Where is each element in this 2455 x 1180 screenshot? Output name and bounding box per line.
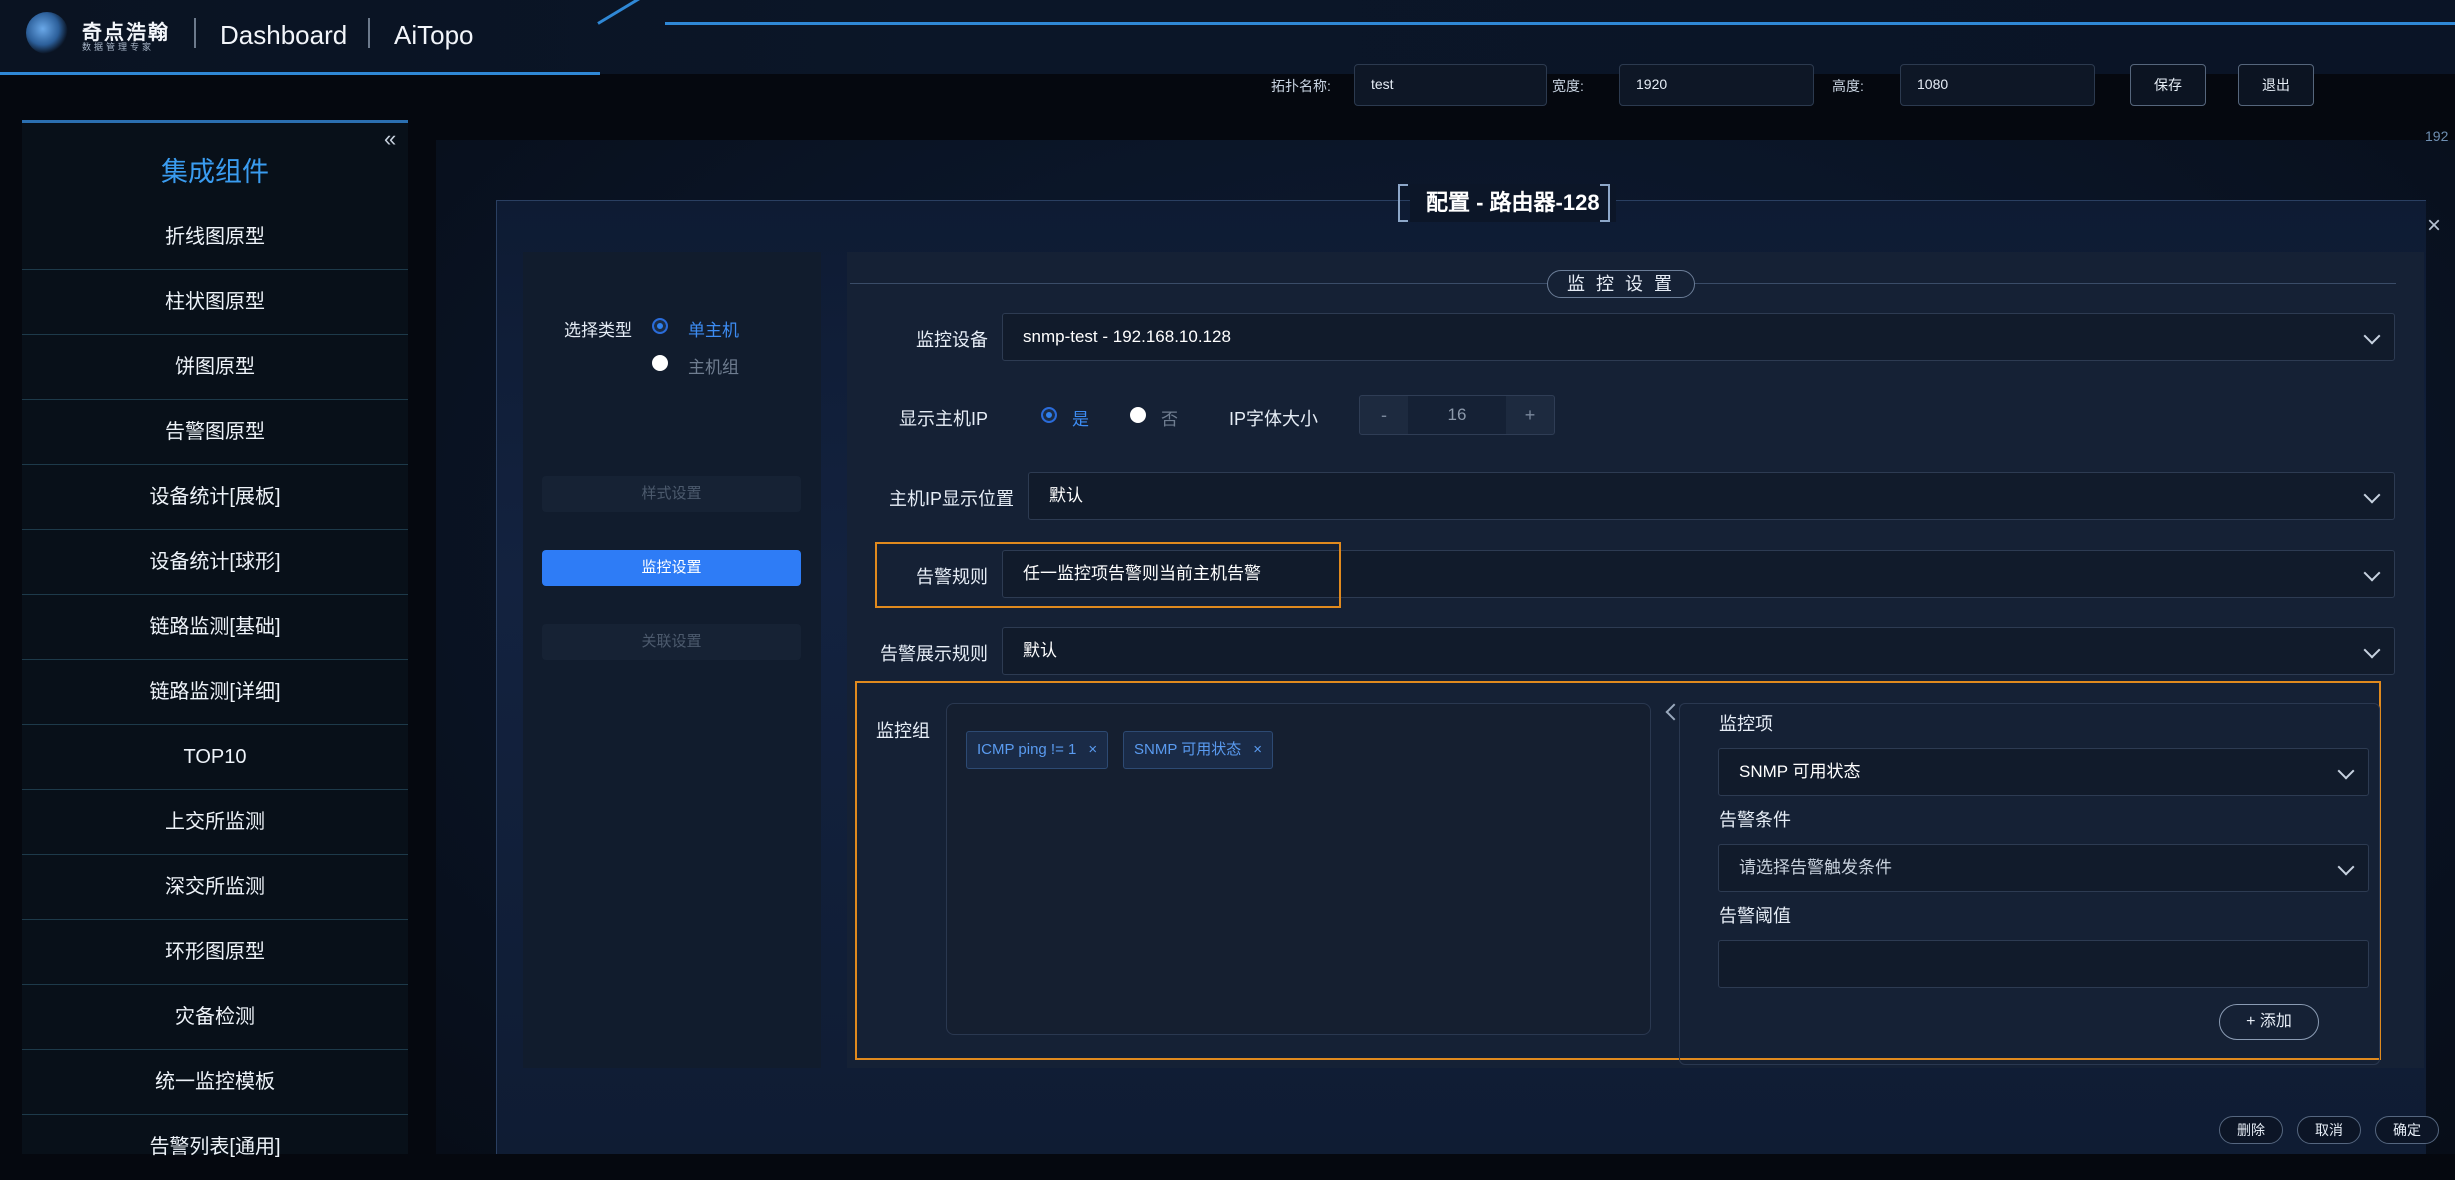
header-divider (194, 18, 196, 48)
ip-font-size-stepper[interactable]: - 16 + (1359, 395, 1555, 435)
add-button-label: 添加 (2259, 1013, 2292, 1030)
sidebar-item[interactable]: 深交所监测 (22, 855, 408, 920)
ip-position-label: 主机IP显示位置 (888, 489, 1014, 509)
sidebar-item[interactable]: 链路监测[基础] (22, 595, 408, 660)
tag-close-icon[interactable]: × (1253, 741, 1262, 758)
sidebar-item[interactable]: 灾备检测 (22, 985, 408, 1050)
height-label: 高度: (1832, 78, 1864, 94)
title-bracket-left (1398, 184, 1408, 222)
alarm-condition-label: 告警条件 (1719, 810, 1791, 830)
monitor-item-value: SNMP 可用状态 (1739, 762, 1861, 781)
tag-close-icon[interactable]: × (1088, 741, 1097, 758)
chevron-down-icon (2337, 762, 2355, 780)
delete-button[interactable]: 删除 (2219, 1116, 2283, 1144)
tag-snmp-status[interactable]: SNMP 可用状态 × (1123, 731, 1273, 769)
title-bracket-right (1600, 184, 1610, 222)
sidebar-item[interactable]: 统一监控模板 (22, 1050, 408, 1115)
topo-name-input[interactable]: test (1354, 64, 1547, 106)
width-input[interactable]: 1920 (1619, 64, 1814, 106)
sidebar-title: 集成组件 (161, 157, 269, 187)
alarm-condition-placeholder: 请选择告警触发条件 (1739, 858, 1892, 877)
sidebar-item[interactable]: 设备统计[球形] (22, 530, 408, 595)
alarm-condition-select[interactable]: 请选择告警触发条件 (1718, 844, 2369, 892)
decrement-button[interactable]: - (1360, 396, 1408, 434)
height-input[interactable]: 1080 (1900, 64, 2095, 106)
top-bar-accent-line-right (665, 22, 2455, 25)
sidebar-item[interactable]: 柱状图原型 (22, 270, 408, 335)
logo-subtext: 数据管理专家 (82, 42, 155, 52)
logo-icon (26, 12, 68, 54)
chevron-down-icon (2337, 858, 2355, 876)
device-label: 监控设备 (916, 330, 988, 350)
chevron-down-icon (2363, 327, 2381, 345)
tag-label: SNMP 可用状态 (1134, 741, 1242, 758)
sidebar-item[interactable]: 折线图原型 (22, 205, 408, 270)
sidebar-item[interactable]: 告警列表[通用] (22, 1115, 408, 1180)
sidebar-item[interactable]: 链路监测[详细] (22, 660, 408, 725)
chevron-down-icon (2363, 641, 2381, 659)
tag-icmp-ping[interactable]: ICMP ping != 1 × (966, 731, 1109, 769)
topo-name-label: 拓扑名称: (1271, 78, 1331, 94)
chevron-down-icon (2363, 564, 2381, 582)
option-host-group-label[interactable]: 主机组 (688, 353, 739, 378)
alarm-rule-highlight (875, 542, 1341, 608)
header-divider (368, 18, 370, 48)
select-type-label: 选择类型 (564, 321, 632, 340)
device-select[interactable]: snmp-test - 192.168.10.128 (1002, 313, 2395, 361)
sidebar-item[interactable]: 设备统计[展板] (22, 465, 408, 530)
top-bar-accent-line (0, 72, 600, 75)
alarm-display-value: 默认 (1023, 641, 1057, 660)
add-button[interactable]: + 添加 (2219, 1004, 2319, 1040)
show-ip-no-label[interactable]: 否 (1161, 405, 1178, 430)
section-title: 监 控 设 置 (1547, 270, 1695, 298)
tag-label: ICMP ping != 1 (977, 741, 1077, 758)
exit-button[interactable]: 退出 (2238, 64, 2314, 106)
monitor-item-label: 监控项 (1719, 714, 1773, 734)
show-ip-label: 显示主机IP (898, 409, 988, 429)
alarm-display-label: 告警展示规则 (880, 644, 988, 664)
show-ip-yes-label[interactable]: 是 (1072, 405, 1089, 430)
width-label: 宽度: (1552, 78, 1584, 94)
confirm-button[interactable]: 确定 (2375, 1116, 2439, 1144)
collapse-sidebar-icon[interactable]: « (384, 126, 396, 152)
increment-button[interactable]: + (1506, 396, 1554, 434)
ip-position-value: 默认 (1049, 486, 1083, 505)
ip-font-size-value[interactable]: 16 (1408, 396, 1506, 434)
chevron-down-icon (2363, 486, 2381, 504)
settings-nav-panel (523, 252, 821, 1068)
option-single-host-label[interactable]: 单主机 (688, 316, 739, 341)
canvas-width-readout: 192 (2425, 128, 2449, 144)
alarm-display-select[interactable]: 默认 (1002, 627, 2395, 675)
monitor-item-select[interactable]: SNMP 可用状态 (1718, 748, 2369, 796)
monitor-settings-button[interactable]: 监控设置 (542, 550, 801, 586)
device-value: snmp-test - 192.168.10.128 (1023, 327, 1231, 346)
sidebar-item[interactable]: TOP10 (22, 725, 408, 790)
plus-icon: + (2246, 1013, 2256, 1030)
modal-title: 配置 - 路由器-128 (1410, 184, 1616, 222)
alarm-threshold-label: 告警阈值 (1719, 906, 1791, 926)
ip-font-size-label: IP字体大小 (1229, 409, 1319, 429)
alarm-threshold-input[interactable] (1718, 940, 2369, 988)
ip-position-select[interactable]: 默认 (1028, 472, 2395, 520)
sidebar-item[interactable]: 上交所监测 (22, 790, 408, 855)
cancel-button[interactable]: 取消 (2297, 1116, 2361, 1144)
close-icon[interactable]: × (2427, 212, 2441, 240)
sidebar-item[interactable]: 告警图原型 (22, 400, 408, 465)
nav-aitopo[interactable]: AiTopo (394, 20, 474, 51)
radio-host-group[interactable] (652, 355, 668, 371)
sidebar-item[interactable]: 饼图原型 (22, 335, 408, 400)
nav-dashboard[interactable]: Dashboard (220, 20, 347, 51)
save-button[interactable]: 保存 (2130, 64, 2206, 106)
radio-show-ip-no[interactable] (1130, 407, 1146, 423)
radio-show-ip-yes[interactable] (1041, 407, 1057, 423)
sidebar-item[interactable]: 环形图原型 (22, 920, 408, 985)
monitor-group-label: 监控组 (876, 721, 930, 741)
radio-single-host[interactable] (652, 318, 668, 334)
link-settings-button[interactable]: 关联设置 (542, 624, 801, 660)
style-settings-button[interactable]: 样式设置 (542, 476, 801, 512)
